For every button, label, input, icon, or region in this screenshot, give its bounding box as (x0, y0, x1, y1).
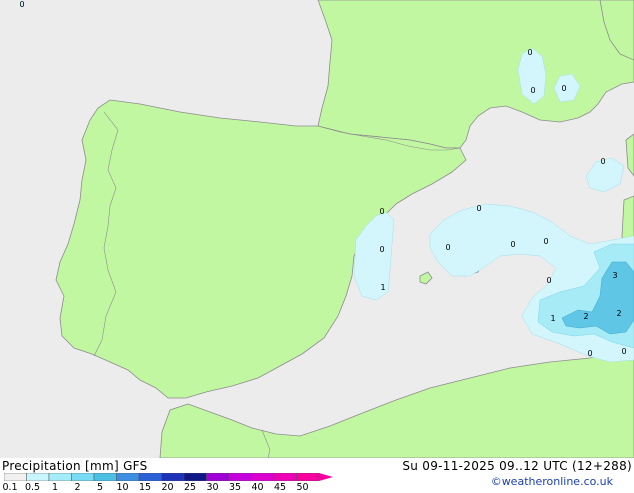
value-label: 1 (380, 283, 385, 292)
value-label: 0 (527, 48, 532, 57)
legend-tick-label: 5 (96, 482, 104, 493)
legend-tick-label: 20 (161, 482, 174, 493)
legend-swatch (251, 473, 275, 481)
legend-tick-label: 25 (183, 482, 197, 493)
map-canvas: 0 0 0 0 0 0 0 0 0 0 0 0 3 1 1 2 2 0 0 (0, 0, 634, 458)
value-label: 2 (583, 312, 588, 321)
legend-tick-label: 40 (251, 482, 264, 493)
legend-tick-label: 35 (228, 482, 242, 493)
run-time-label: Su 09-11-2025 09..12 UTC (12+288) (402, 459, 632, 473)
value-label: 1 (550, 314, 555, 323)
value-label: 0 (546, 276, 551, 285)
legend-tick-label: 0.5 (24, 482, 41, 493)
value-label: 0 (530, 86, 535, 95)
value-label: 2 (616, 309, 621, 318)
legend-tick-label: 30 (206, 482, 219, 493)
legend-swatch (93, 473, 117, 481)
legend-swatch (183, 473, 207, 481)
legend-swatch (48, 473, 72, 481)
value-label: 0 (476, 204, 481, 213)
credit-link[interactable]: ©weatheronline.co.uk (491, 475, 613, 488)
value-label: 0 (600, 157, 605, 166)
legend-tick-label: 45 (273, 482, 287, 493)
legend-swatch (116, 473, 140, 481)
legend-tick-label: 10 (116, 482, 129, 493)
value-label: 3 (612, 271, 617, 280)
map-title: Precipitation [mm] GFS (2, 459, 148, 473)
legend-arrow (319, 473, 333, 481)
legend-swatch (161, 473, 185, 481)
value-label: 0 (621, 347, 626, 356)
value-label: 0 (445, 243, 450, 252)
legend-swatch (228, 473, 252, 481)
value-label: 0 (587, 349, 592, 358)
legend-swatch (296, 473, 320, 481)
value-label: 0 (510, 240, 515, 249)
legend-swatch (138, 473, 162, 481)
legend-tick-label: 15 (138, 482, 152, 493)
value-label: 0 (543, 237, 548, 246)
legend-tick-label: 2 (74, 482, 81, 493)
precipitation-map: 0 0 0 0 0 0 0 0 0 0 0 0 3 1 1 2 2 0 0 (0, 0, 634, 458)
legend-swatch (273, 473, 297, 481)
legend-tick-label: 50 (296, 482, 309, 493)
color-legend (4, 473, 333, 481)
value-label: 0 (379, 245, 384, 254)
value-label: 0 (19, 0, 24, 9)
legend-swatch (4, 473, 27, 481)
value-label: 0 (561, 84, 566, 93)
value-label: 0 (379, 207, 384, 216)
legend-tick-label: 0.1 (2, 482, 18, 493)
legend-swatch (71, 473, 95, 481)
legend-swatch (206, 473, 230, 481)
legend-swatch (26, 473, 50, 481)
legend-tick-label: 1 (51, 482, 59, 493)
footer-bar: Precipitation [mm] GFS Su 09-11-2025 09.… (0, 458, 634, 493)
